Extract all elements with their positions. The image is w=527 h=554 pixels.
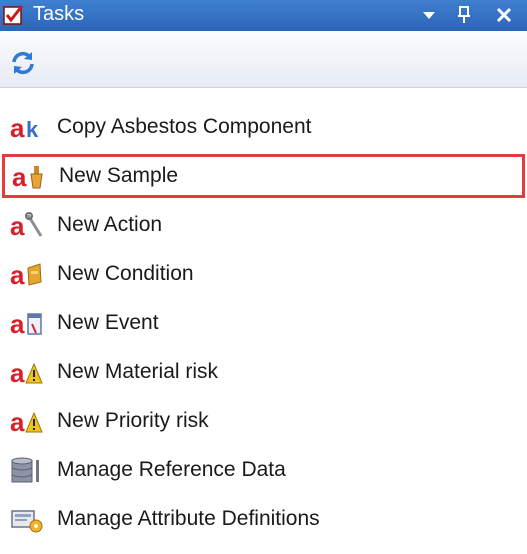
close-icon [496,7,512,23]
task-label: New Sample [59,164,179,187]
new-material-risk-icon: a [10,358,43,386]
svg-text:a: a [10,211,25,239]
task-label: New Action [57,213,163,236]
svg-text:a: a [10,309,25,337]
task-label: New Condition [57,262,194,285]
task-label: Manage Attribute Definitions [57,507,320,530]
checkbox-icon [3,5,24,25]
copy-asbestos-component-icon: a k [10,113,39,141]
task-new-priority-risk[interactable]: a New Priority risk [0,399,527,443]
panel-close-button[interactable] [491,3,517,27]
new-sample-icon: a [12,162,43,190]
dropdown-icon [423,12,435,19]
panel-dropdown-button[interactable] [416,3,442,27]
task-new-condition[interactable]: a New Condition [0,252,527,296]
task-new-action[interactable]: a New Action [0,203,527,247]
task-manage-reference-data[interactable]: Manage Reference Data [0,448,527,492]
svg-text:k: k [26,117,39,141]
svg-text:a: a [10,407,25,435]
pin-icon [458,6,470,23]
panel-titlebar: Tasks [0,0,527,31]
task-manage-attribute-definitions[interactable]: Manage Attribute Definitions [0,497,527,541]
task-new-event[interactable]: a New Event [0,301,527,345]
panel-title: Tasks [33,3,85,25]
task-new-sample[interactable]: a New Sample [2,154,525,198]
new-action-icon: a [10,211,43,239]
database-icon [11,457,39,483]
task-new-material-risk[interactable]: a New Material risk [0,350,527,394]
new-priority-risk-icon: a [10,407,43,435]
task-label: Copy Asbestos Component [57,115,312,138]
refresh-button[interactable] [10,50,36,76]
task-label: Manage Reference Data [57,458,286,481]
new-event-icon: a [10,309,42,337]
new-condition-icon: a [10,260,42,288]
refresh-icon [12,51,34,75]
svg-text:a: a [10,113,25,141]
panel-pin-button[interactable] [451,3,477,27]
task-label: New Priority risk [57,409,209,432]
svg-text:a: a [10,358,25,386]
task-label: New Material risk [57,360,219,383]
task-label: New Event [57,311,159,334]
attribute-definitions-icon [11,510,43,533]
panel-toolbar [0,31,527,88]
svg-text:a: a [12,162,27,190]
task-copy-asbestos-component[interactable]: a k Copy Asbestos Component [0,105,527,149]
svg-text:a: a [10,260,25,288]
